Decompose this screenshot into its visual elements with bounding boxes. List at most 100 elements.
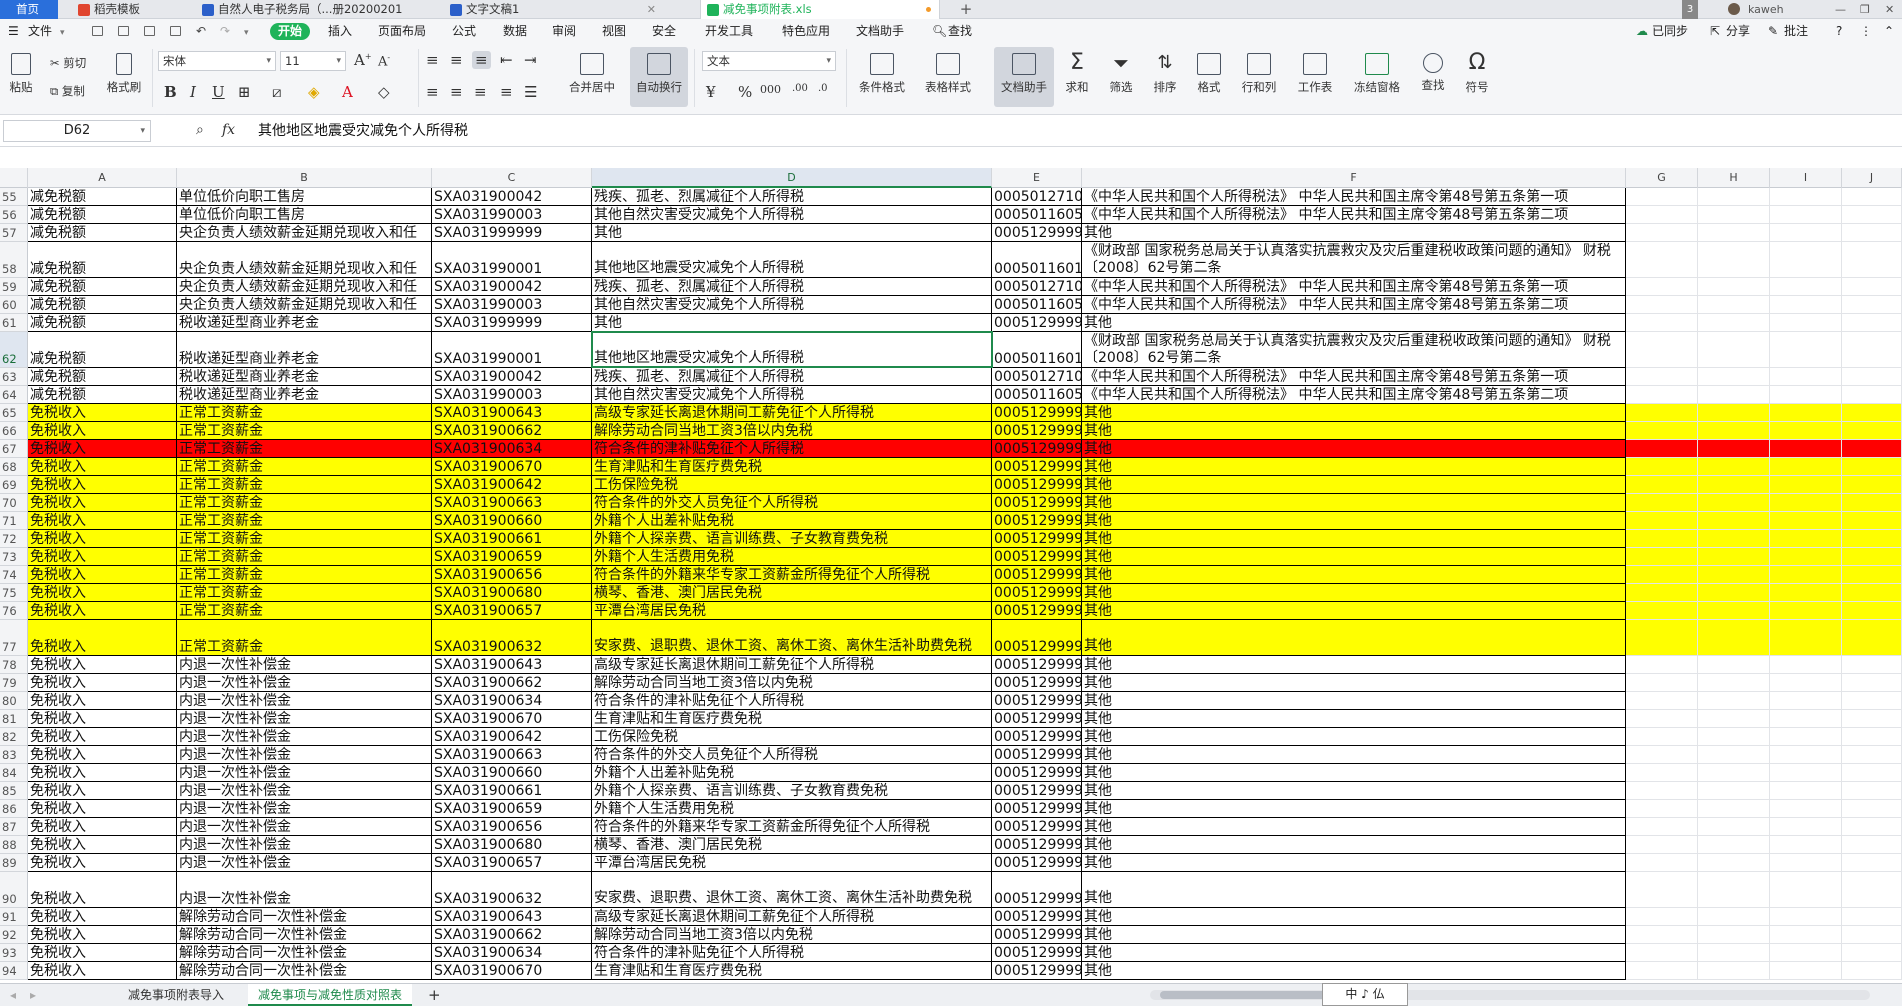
cell-e[interactable]: 0005129999	[992, 314, 1082, 332]
cell-a[interactable]: 免税收入	[28, 872, 177, 908]
cell-d[interactable]: 残疾、孤老、烈属减征个人所得税	[592, 278, 992, 296]
cell-j[interactable]	[1842, 854, 1902, 872]
cell-d[interactable]: 生育津贴和生育医疗费免税	[592, 962, 992, 980]
cell-f[interactable]: 其他	[1082, 908, 1626, 926]
cell-e[interactable]: 0005129999	[992, 962, 1082, 980]
cell-a[interactable]: 免税收入	[28, 710, 177, 728]
quick-access-dropdown-icon[interactable]: ▾	[244, 25, 249, 42]
cell-i[interactable]	[1770, 728, 1842, 746]
cell-g[interactable]	[1626, 548, 1698, 566]
cell-d[interactable]: 其他地区地震受灾减免个人所得税	[592, 332, 992, 368]
cell-b[interactable]: 央企负责人绩效薪金延期兑现收入和任	[177, 242, 432, 278]
avatar[interactable]	[1728, 0, 1742, 19]
cell-i[interactable]	[1770, 332, 1842, 368]
cell-i[interactable]	[1770, 584, 1842, 602]
cell-f[interactable]: 其他	[1082, 512, 1626, 530]
cell-c[interactable]: SXA031900643	[432, 656, 592, 674]
cell-h[interactable]	[1698, 494, 1770, 512]
select-all-corner[interactable]	[0, 168, 28, 188]
cell-f[interactable]: 其他	[1082, 800, 1626, 818]
justify-icon[interactable]: ≡	[500, 83, 513, 101]
formula-input[interactable]: 其他地区地震受灾减免个人所得税	[250, 120, 1895, 142]
cell-g[interactable]	[1626, 314, 1698, 332]
cell-e[interactable]: 0005129999	[992, 872, 1082, 908]
cell-c[interactable]: SXA031900680	[432, 584, 592, 602]
zoom-search-icon[interactable]: ⌕	[196, 122, 204, 138]
cell-h[interactable]	[1698, 926, 1770, 944]
cell-c[interactable]: SXA031900042	[432, 368, 592, 386]
sync-status[interactable]: 已同步	[1652, 23, 1688, 40]
cell-b[interactable]: 内退一次性补偿金	[177, 818, 432, 836]
cell-b[interactable]: 正常工资薪金	[177, 602, 432, 620]
cell-b[interactable]: 正常工资薪金	[177, 584, 432, 602]
cell-d[interactable]: 外籍个人探亲费、语言训练费、子女教育费免税	[592, 530, 992, 548]
share-button[interactable]: 分享	[1726, 23, 1750, 40]
cell-b[interactable]: 内退一次性补偿金	[177, 836, 432, 854]
row-header[interactable]: 55	[0, 188, 28, 206]
cell-e[interactable]: 0005011605	[992, 296, 1082, 314]
cell-i[interactable]	[1770, 512, 1842, 530]
cell-d[interactable]: 其他自然灾害受灾减免个人所得税	[592, 296, 992, 314]
cell-h[interactable]	[1698, 692, 1770, 710]
cell-b[interactable]: 解除劳动合同一次性补偿金	[177, 944, 432, 962]
cell-a[interactable]: 免税收入	[28, 854, 177, 872]
ime-indicator[interactable]: 中 ♪ 仏	[1322, 983, 1408, 1006]
cell-a[interactable]: 免税收入	[28, 908, 177, 926]
cell-i[interactable]	[1770, 656, 1842, 674]
cell-e[interactable]: 0005011605	[992, 206, 1082, 224]
cell-g[interactable]	[1626, 242, 1698, 278]
cell-i[interactable]	[1770, 422, 1842, 440]
cell-a[interactable]: 免税收入	[28, 674, 177, 692]
cut-button[interactable]: ✂ 剪切	[50, 55, 86, 71]
cell-g[interactable]	[1626, 710, 1698, 728]
cell-f[interactable]: 其他	[1082, 566, 1626, 584]
cell-f[interactable]: 其他	[1082, 674, 1626, 692]
cell-d[interactable]: 其他地区地震受灾减免个人所得税	[592, 242, 992, 278]
cell-c[interactable]: SXA031900659	[432, 548, 592, 566]
row-header[interactable]: 63	[0, 368, 28, 386]
cell-j[interactable]	[1842, 908, 1902, 926]
cell-b[interactable]: 内退一次性补偿金	[177, 872, 432, 908]
cell-a[interactable]: 免税收入	[28, 548, 177, 566]
cell-d[interactable]: 符合条件的外籍来华专家工资薪金所得免征个人所得税	[592, 818, 992, 836]
cell-b[interactable]: 税收递延型商业养老金	[177, 332, 432, 368]
cell-f[interactable]: 其他	[1082, 854, 1626, 872]
cell-e[interactable]: 0005129999	[992, 710, 1082, 728]
cell-c[interactable]: SXA031900670	[432, 710, 592, 728]
row-header[interactable]: 70	[0, 494, 28, 512]
cell-e[interactable]: 0005129999	[992, 926, 1082, 944]
cell-h[interactable]	[1698, 854, 1770, 872]
row-header[interactable]: 82	[0, 728, 28, 746]
cell-h[interactable]	[1698, 224, 1770, 242]
cell-e[interactable]: 0005129999	[992, 422, 1082, 440]
cell-f[interactable]: 其他	[1082, 494, 1626, 512]
row-header[interactable]: 57	[0, 224, 28, 242]
copy-button[interactable]: ⧉ 复制	[50, 83, 85, 99]
cell-g[interactable]	[1626, 494, 1698, 512]
cell-a[interactable]: 免税收入	[28, 926, 177, 944]
minimize-icon[interactable]: —	[1835, 0, 1846, 19]
cell-f[interactable]: 其他	[1082, 656, 1626, 674]
cell-e[interactable]: 0005011605	[992, 386, 1082, 404]
row-header[interactable]: 80	[0, 692, 28, 710]
increase-font-icon[interactable]: A+	[354, 51, 372, 69]
cell-g[interactable]	[1626, 566, 1698, 584]
cell-a[interactable]: 减免税额	[28, 188, 177, 206]
sort-button[interactable]: ⇅ 排序	[1148, 53, 1182, 95]
cell-c[interactable]: SXA031900643	[432, 908, 592, 926]
menu-page-layout[interactable]: 页面布局	[378, 23, 426, 40]
cell-d[interactable]: 其他	[592, 224, 992, 242]
cell-a[interactable]: 减免税额	[28, 314, 177, 332]
horizontal-scrollbar[interactable]	[1150, 990, 1870, 1000]
cell-b[interactable]: 正常工资薪金	[177, 476, 432, 494]
cell-h[interactable]	[1698, 386, 1770, 404]
cell-d[interactable]: 平潭台湾居民免税	[592, 602, 992, 620]
cell-c[interactable]: SXA031900642	[432, 728, 592, 746]
cell-a[interactable]: 免税收入	[28, 944, 177, 962]
cell-e[interactable]: 0005129999	[992, 476, 1082, 494]
tab-home[interactable]: 首页	[0, 0, 58, 19]
redo-icon[interactable]: ↷	[220, 23, 230, 40]
cell-h[interactable]	[1698, 746, 1770, 764]
cell-a[interactable]: 免税收入	[28, 836, 177, 854]
cell-b[interactable]: 解除劳动合同一次性补偿金	[177, 908, 432, 926]
